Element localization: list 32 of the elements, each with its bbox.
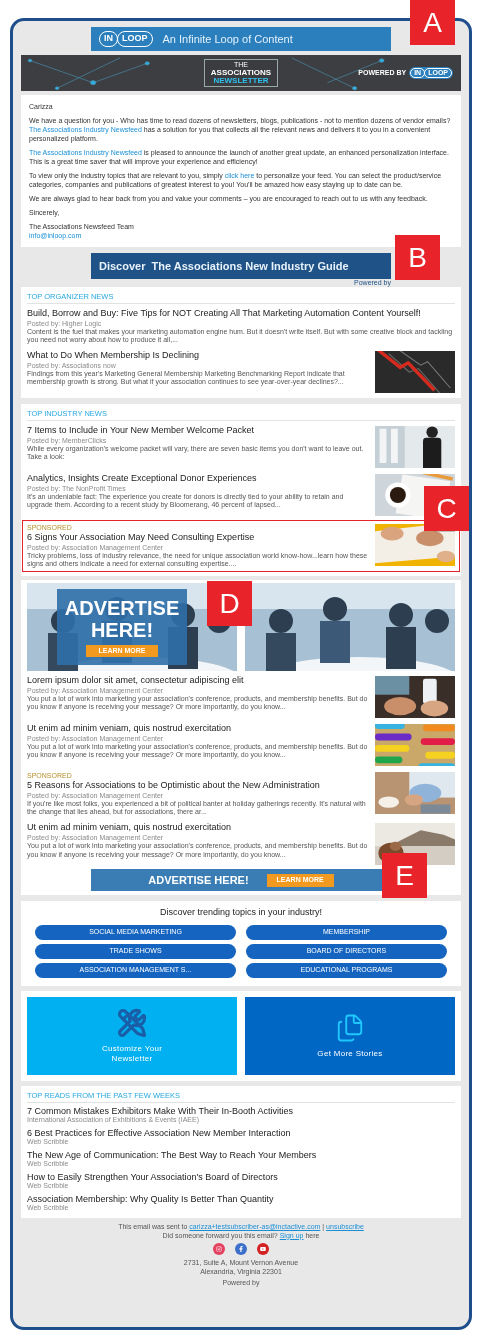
callout-badge: D xyxy=(207,581,252,627)
logo-tagline: An Infinite Loop of Content xyxy=(162,31,293,47)
documents-icon xyxy=(335,1012,365,1043)
title-line: NEWSLETTER xyxy=(213,77,269,85)
ad-headline: ADVERTISE HERE! xyxy=(148,873,249,889)
action-tile[interactable]: Get More Stories xyxy=(245,996,455,1075)
instagram-icon[interactable] xyxy=(213,1242,225,1255)
title-line: ASSOCIATIONS xyxy=(210,69,272,77)
read-title[interactable]: 6 Best Practices for Effective Association New Member Interaction xyxy=(27,1127,455,1139)
callout-badge: E xyxy=(382,853,427,899)
guide-banner-text[interactable]: Discover The Associations New Industry Guide xyxy=(99,257,349,275)
read-title[interactable]: How to Easily Strengthen Your Association's Board of Directors xyxy=(27,1171,455,1183)
callout-badge: A xyxy=(410,0,455,45)
tools-icon xyxy=(117,1007,147,1038)
read-title[interactable]: The New Age of Communication: The Best Way to Reach Your Members xyxy=(27,1149,455,1161)
youtube-icon[interactable] xyxy=(257,1242,269,1255)
article-title[interactable]: 7 Items to Include in Your New Member Welcome Packet xyxy=(27,425,369,436)
callout-badge: C xyxy=(424,486,469,532)
article-title[interactable]: Ut enim ad minim veniam, quis nostrud exercitation xyxy=(27,723,369,734)
article-title[interactable]: 6 Signs Your Association May Need Consulting Expertise xyxy=(27,532,369,543)
article-title[interactable]: Ut enim ad minim veniam, quis nostrud exercitation xyxy=(27,822,369,833)
article-title[interactable]: Build, Borrow and Buy: Five Tips for NOT Creating All That Marketing Automation Content Yourself! xyxy=(27,308,455,319)
ad-headline: ADVERTISE HERE! xyxy=(63,596,181,641)
article-title[interactable]: Analytics, Insights Create Exceptional Donor Experiences xyxy=(27,473,369,484)
article-title[interactable]: 5 Reasons for Associations to be Optimistic about the New Administration xyxy=(27,780,369,791)
read-title[interactable]: Association Membership: Why Quality Is Better Than Quantity xyxy=(27,1193,455,1205)
facebook-icon[interactable] xyxy=(235,1242,247,1255)
callout-badge: B xyxy=(395,235,440,280)
article-title[interactable]: What to Do When Membership Is Declining xyxy=(27,350,369,361)
trending-title: Discover trending topics in your industry! xyxy=(159,906,323,920)
read-title[interactable]: 7 Common Mistakes Exhibitors Make With Their In-Booth Activities xyxy=(27,1105,455,1117)
article-title[interactable]: Lorem ipsum dolor sit amet, consectetur adipiscing elit xyxy=(27,675,369,686)
